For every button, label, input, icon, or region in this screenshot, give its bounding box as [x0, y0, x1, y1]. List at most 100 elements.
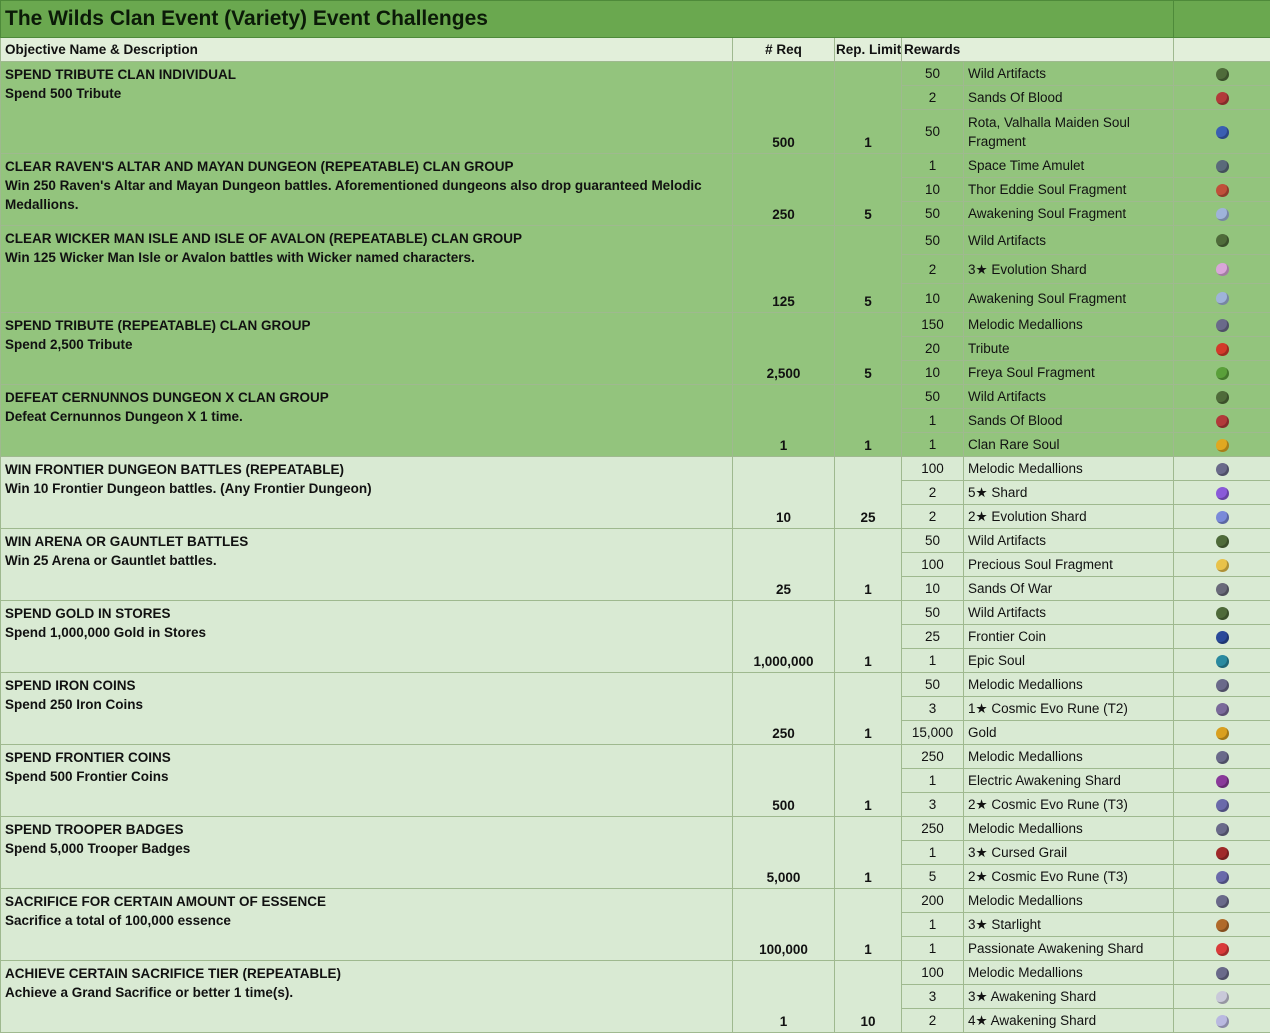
- reward-icon-cell: [1173, 336, 1270, 361]
- required-count: 5,000: [732, 816, 835, 889]
- reward-name: 5★ Shard: [963, 480, 1174, 505]
- repeat-limit: 5: [834, 312, 902, 385]
- reward-name: Melodic Medallions: [963, 672, 1174, 697]
- reward-icon-cell: [1173, 576, 1270, 601]
- objective-cell: WIN FRONTIER DUNGEON BATTLES (REPEATABLE…: [0, 456, 733, 529]
- gold-icon: [1215, 726, 1229, 740]
- reward-row: SPEND FRONTIER COINS Spend 500 Frontier C…: [0, 744, 1270, 817]
- reward-name: Awakening Soul Fragment: [963, 283, 1174, 313]
- repeat-limit: 1: [834, 672, 902, 745]
- required-count: 250: [732, 153, 835, 226]
- objective-cell: SPEND GOLD IN STORES Spend 1,000,000 Gold…: [0, 600, 733, 673]
- required-count: 500: [732, 744, 835, 817]
- reward-quantity: 3: [901, 792, 964, 817]
- reward-icon-cell: [1173, 432, 1270, 457]
- objective-title: SPEND IRON COINS: [5, 678, 136, 693]
- repeat-limit: 1: [834, 528, 902, 601]
- reward-name: Freya Soul Fragment: [963, 360, 1174, 385]
- reward-icon-cell: [1173, 768, 1270, 793]
- reward-quantity: 1: [901, 432, 964, 457]
- reward-icon-cell: [1173, 744, 1270, 769]
- reward-icon-cell: [1173, 792, 1270, 817]
- objective-description: Sacrifice a total of 100,000 essence: [5, 913, 231, 928]
- reward-name: Wild Artifacts: [963, 528, 1174, 553]
- epic-soul-icon: [1215, 654, 1229, 668]
- repeat-limit: 1: [834, 816, 902, 889]
- reward-row: WIN ARENA OR GAUNTLET BATTLES Win 25 Aren…: [0, 528, 1270, 601]
- reward-quantity: 2: [901, 504, 964, 529]
- objective-title: SPEND TRIBUTE (REPEATABLE) CLAN GROUP: [5, 318, 311, 333]
- reward-icon-cell: [1173, 528, 1270, 553]
- title-blank-cell: [1173, 0, 1270, 38]
- objective-description: Win 25 Arena or Gauntlet battles.: [5, 553, 217, 568]
- reward-name: Gold: [963, 720, 1174, 745]
- reward-name: 2★ Cosmic Evo Rune (T3): [963, 864, 1174, 889]
- reward-quantity: 100: [901, 552, 964, 577]
- reward-name: Sands Of War: [963, 576, 1174, 601]
- reward-name: 3★ Evolution Shard: [963, 254, 1174, 284]
- sands-of-blood-icon: [1215, 91, 1229, 105]
- reward-row: ACHIEVE CERTAIN SACRIFICE TIER (REPEATAB…: [0, 960, 1270, 1033]
- reward-quantity: 250: [901, 816, 964, 841]
- reward-name: Melodic Medallions: [963, 456, 1174, 481]
- reward-quantity: 2: [901, 480, 964, 505]
- objective-description: Win 250 Raven's Altar and Mayan Dungeon …: [5, 178, 702, 212]
- soul-fragment-icon: [1215, 558, 1229, 572]
- rune-icon: [1215, 798, 1229, 812]
- required-count: 25: [732, 528, 835, 601]
- objective-cell: SACRIFICE FOR CERTAIN AMOUNT OF ESSENCE S…: [0, 888, 733, 961]
- reward-icon-cell: [1173, 201, 1270, 226]
- reward-quantity: 20: [901, 336, 964, 361]
- reward-name: 3★ Starlight: [963, 912, 1174, 937]
- awakening-shard-icon: [1215, 1014, 1229, 1028]
- evolution-shard-icon: [1215, 510, 1229, 524]
- reward-row: SACRIFICE FOR CERTAIN AMOUNT OF ESSENCE S…: [0, 888, 1270, 961]
- reward-icon-cell: [1173, 864, 1270, 889]
- objective-description: Spend 500 Frontier Coins: [5, 769, 169, 784]
- objective-title: ACHIEVE CERTAIN SACRIFICE TIER (REPEATAB…: [5, 966, 342, 981]
- medallion-icon: [1215, 462, 1229, 476]
- reward-icon-cell: [1173, 254, 1270, 284]
- objective-cell: CLEAR RAVEN'S ALTAR AND MAYAN DUNGEON (R…: [0, 153, 733, 226]
- reward-quantity: 50: [901, 528, 964, 553]
- reward-name: Space Time Amulet: [963, 153, 1174, 178]
- repeat-limit: 1: [834, 600, 902, 673]
- reward-icon-cell: [1173, 840, 1270, 865]
- reward-name: 2★ Cosmic Evo Rune (T3): [963, 792, 1174, 817]
- rune-icon: [1215, 870, 1229, 884]
- reward-quantity: 1: [901, 648, 964, 673]
- reward-name: 2★ Evolution Shard: [963, 504, 1174, 529]
- soul-fragment-icon: [1215, 366, 1229, 380]
- reward-icon-cell: [1173, 283, 1270, 313]
- objective-cell: SPEND TRIBUTE CLAN INDIVIDUAL Spend 500 T…: [0, 61, 733, 154]
- repeat-limit: 1: [834, 384, 902, 457]
- reward-quantity: 50: [901, 600, 964, 625]
- reward-icon-cell: [1173, 384, 1270, 409]
- medallion-icon: [1215, 966, 1229, 980]
- objective-cell: SPEND TRIBUTE (REPEATABLE) CLAN GROUP Spe…: [0, 312, 733, 385]
- required-count: 100,000: [732, 888, 835, 961]
- reward-name: Clan Rare Soul: [963, 432, 1174, 457]
- challenge-list: SPEND TRIBUTE CLAN INDIVIDUAL Spend 500 T…: [0, 61, 1270, 1033]
- reward-quantity: 150: [901, 312, 964, 337]
- objective-title: CLEAR RAVEN'S ALTAR AND MAYAN DUNGEON (R…: [5, 159, 514, 174]
- header-objective: Objective Name & Description: [0, 37, 733, 62]
- reward-name: 3★ Awakening Shard: [963, 984, 1174, 1009]
- objective-title: SPEND GOLD IN STORES: [5, 606, 171, 621]
- reward-quantity: 50: [901, 109, 964, 154]
- objective-description: Spend 250 Iron Coins: [5, 697, 144, 712]
- objective-description: Spend 2,500 Tribute: [5, 337, 133, 352]
- objective-title: WIN FRONTIER DUNGEON BATTLES (REPEATABLE…: [5, 462, 344, 477]
- reward-row: DEFEAT CERNUNNOS DUNGEON X CLAN GROUP Def…: [0, 384, 1270, 457]
- reward-name: 3★ Cursed Grail: [963, 840, 1174, 865]
- reward-quantity: 1: [901, 936, 964, 961]
- reward-row: CLEAR WICKER MAN ISLE AND ISLE OF AVALON…: [0, 225, 1270, 313]
- reward-quantity: 1: [901, 840, 964, 865]
- soul-fragment-icon: [1215, 207, 1229, 221]
- reward-icon-cell: [1173, 816, 1270, 841]
- reward-name: Precious Soul Fragment: [963, 552, 1174, 577]
- objective-description: Achieve a Grand Sacrifice or better 1 ti…: [5, 985, 294, 1000]
- medallion-icon: [1215, 678, 1229, 692]
- objective-description: Spend 1,000,000 Gold in Stores: [5, 625, 207, 640]
- header-blank-cell: [1173, 37, 1270, 62]
